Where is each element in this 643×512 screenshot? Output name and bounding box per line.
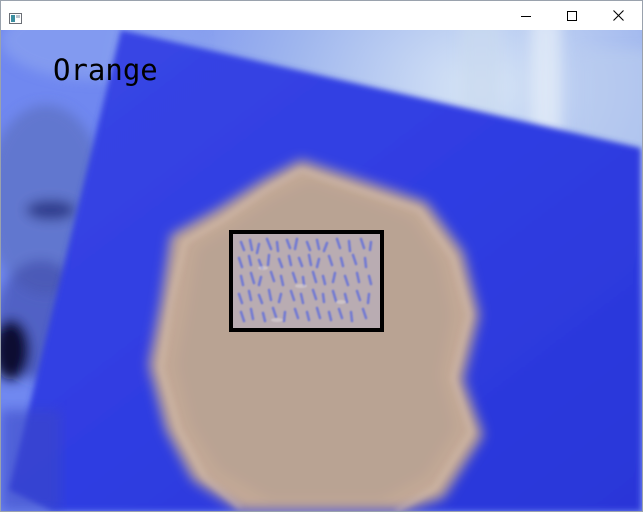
minimize-icon xyxy=(521,11,531,21)
camera-feed: Orange xyxy=(1,30,642,511)
title-bar[interactable] xyxy=(1,1,642,30)
maximize-icon xyxy=(567,10,577,21)
window-app-icon xyxy=(9,9,22,24)
maximize-button[interactable] xyxy=(549,1,595,30)
close-button[interactable] xyxy=(595,1,641,30)
detected-color-label: Orange xyxy=(53,53,158,87)
minimize-button[interactable] xyxy=(503,1,549,30)
close-icon xyxy=(612,10,624,21)
camera-frame-image xyxy=(1,30,642,511)
app-window: Orange xyxy=(0,0,643,512)
